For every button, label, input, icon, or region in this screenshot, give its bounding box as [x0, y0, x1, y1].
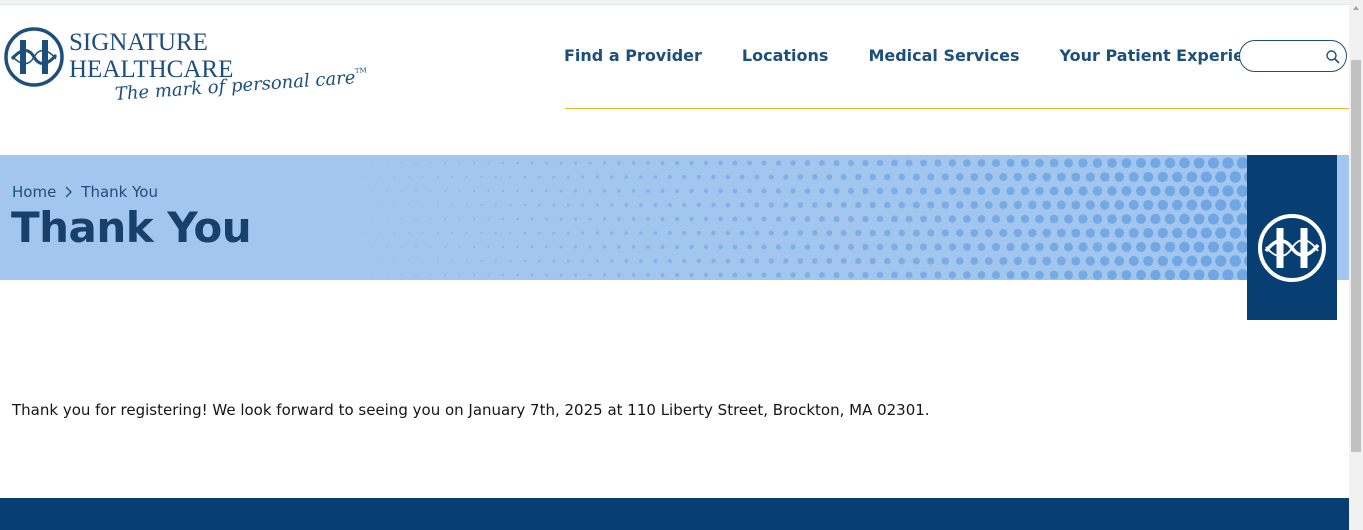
main-nav: Find a Provider Locations Medical Servic… — [564, 46, 1276, 65]
page-title: Thank You — [11, 203, 252, 252]
search-icon[interactable] — [1325, 49, 1341, 65]
search-box — [1239, 40, 1347, 72]
signature-h-logo-icon — [4, 27, 64, 87]
site-logo[interactable]: SIGNATURE HEALTHCARE The mark of persona… — [3, 24, 367, 116]
trademark-mark: TM — [354, 66, 368, 76]
chevron-right-icon — [65, 186, 73, 198]
page-scrollbar[interactable] — [1349, 0, 1363, 530]
site-footer — [0, 498, 1349, 530]
nav-find-a-provider[interactable]: Find a Provider — [564, 46, 702, 65]
top-border — [0, 0, 1349, 5]
nav-medical-services[interactable]: Medical Services — [868, 46, 1019, 65]
search-input[interactable] — [1250, 46, 1324, 68]
scrollbar-thumb[interactable] — [1351, 60, 1361, 452]
logo-text-line1: SIGNATURE — [69, 29, 208, 56]
breadcrumb-home-link[interactable]: Home — [12, 183, 56, 201]
confirmation-message: Thank you for registering! We look forwa… — [12, 401, 930, 419]
nav-locations[interactable]: Locations — [742, 46, 829, 65]
scroll-up-arrow-icon[interactable] — [1352, 4, 1360, 12]
brand-badge — [1247, 155, 1337, 320]
breadcrumb-current: Thank You — [81, 183, 158, 201]
breadcrumb: Home Thank You — [12, 183, 158, 201]
signature-h-badge-icon — [1258, 214, 1326, 282]
nav-divider — [565, 108, 1349, 109]
